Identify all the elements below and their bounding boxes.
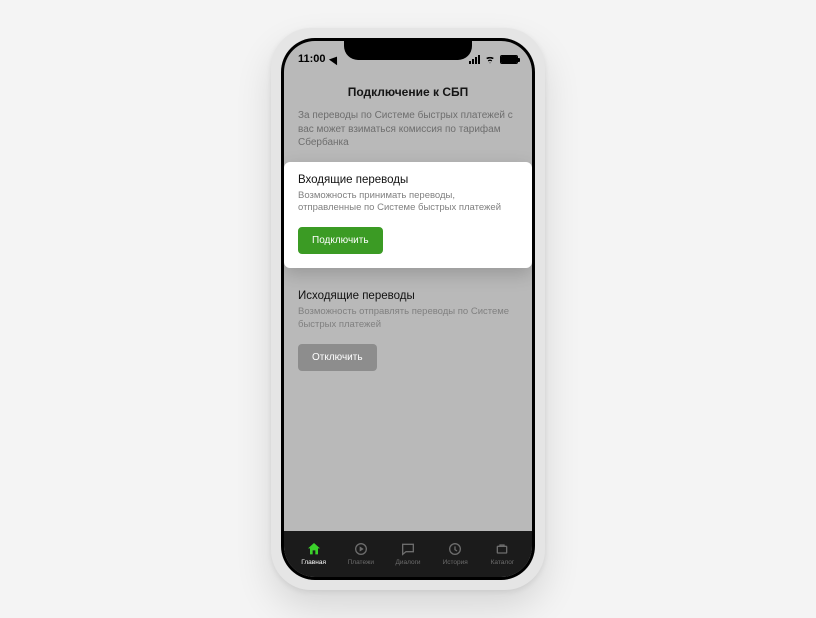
- connect-button[interactable]: Подключить: [298, 227, 383, 254]
- phone-notch: [344, 38, 472, 60]
- wifi-icon: [484, 55, 496, 64]
- incoming-desc: Возможность принимать переводы, отправле…: [298, 190, 518, 216]
- screen: 11:00 Подключение к СБП За переводы по С…: [284, 41, 532, 577]
- tab-home-label: Главная: [301, 559, 326, 566]
- content: Подключение к СБП За переводы по Системе…: [284, 71, 532, 531]
- tab-dialogs-label: Диалоги: [395, 559, 420, 566]
- status-time: 11:00: [298, 53, 326, 65]
- dialogs-icon: [400, 541, 416, 557]
- tab-catalog[interactable]: Каталог: [479, 541, 526, 566]
- tab-home[interactable]: Главная: [290, 541, 337, 566]
- tab-payments-label: Платежи: [348, 559, 374, 566]
- incoming-transfers-card: Входящие переводы Возможность принимать …: [284, 162, 532, 269]
- battery-icon: [500, 55, 518, 64]
- tab-payments[interactable]: Платежи: [337, 541, 384, 566]
- fee-notice: За переводы по Системе быстрых платежей …: [284, 109, 532, 162]
- disconnect-button[interactable]: Отключить: [298, 344, 377, 371]
- tab-bar: Главная Платежи Диалоги История Каталог: [284, 531, 532, 577]
- status-left: 11:00: [298, 53, 340, 65]
- location-icon: [328, 53, 340, 64]
- tab-catalog-label: Каталог: [491, 559, 515, 566]
- phone-bezel: 11:00 Подключение к СБП За переводы по С…: [281, 38, 535, 580]
- home-icon: [306, 541, 322, 557]
- tab-history-label: История: [443, 559, 468, 566]
- cellular-icon: [469, 55, 480, 64]
- outgoing-desc: Возможность отправлять переводы по Систе…: [298, 306, 518, 332]
- phone-frame: 11:00 Подключение к СБП За переводы по С…: [271, 28, 545, 590]
- catalog-icon: [494, 541, 510, 557]
- outgoing-transfers-card: Исходящие переводы Возможность отправлят…: [284, 278, 532, 385]
- payments-icon: [353, 541, 369, 557]
- page-title: Подключение к СБП: [284, 71, 532, 109]
- history-icon: [447, 541, 463, 557]
- status-right: [469, 55, 518, 64]
- tab-dialogs[interactable]: Диалоги: [384, 541, 431, 566]
- tab-history[interactable]: История: [432, 541, 479, 566]
- incoming-title: Входящие переводы: [298, 174, 518, 186]
- outgoing-title: Исходящие переводы: [298, 290, 518, 302]
